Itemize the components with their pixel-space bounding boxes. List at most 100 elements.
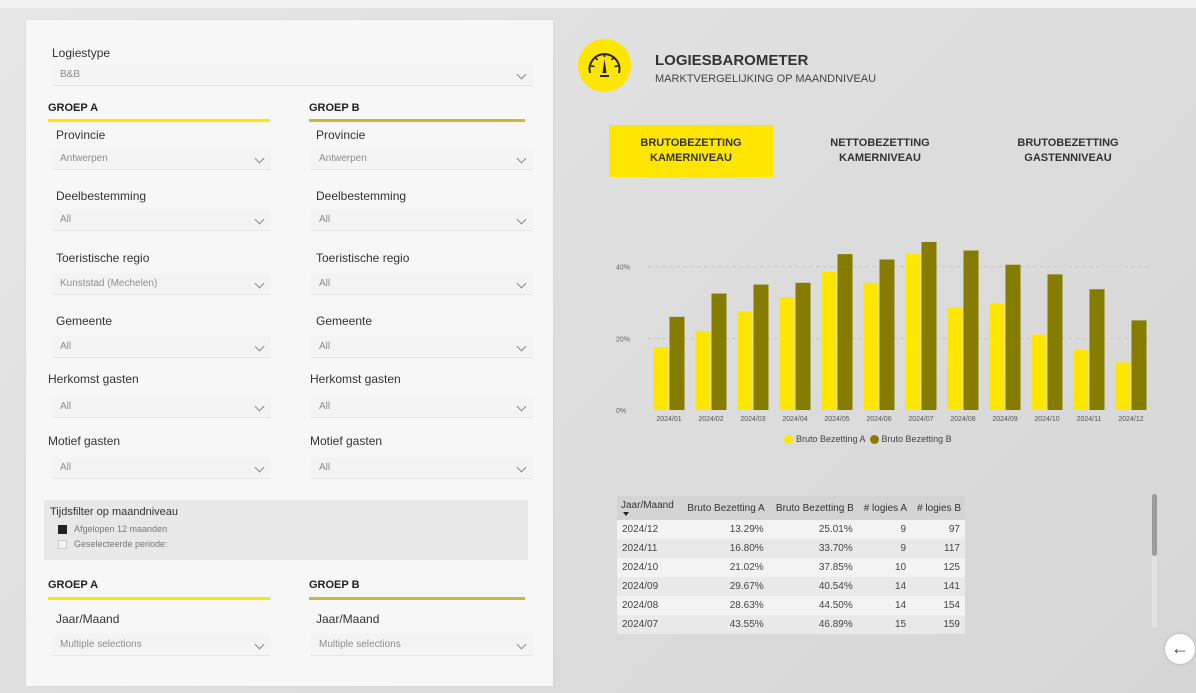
tab-nettobezetting-kamerniveau[interactable]: NETTOBEZETTING KAMERNIVEAU	[798, 125, 962, 177]
motief-a-value: All	[60, 462, 72, 473]
bar-series-a	[653, 347, 669, 410]
deelbestemming-b-value: All	[319, 214, 331, 225]
back-button[interactable]: ←	[1165, 634, 1195, 664]
group-b-underline	[309, 119, 525, 122]
bar-series-b	[837, 254, 853, 410]
table-cell: 33.70%	[768, 539, 858, 558]
table-cell: 141	[911, 577, 965, 596]
chevron-down-icon	[516, 153, 527, 164]
time-filter: Tijdsfilter op maandniveau Afgelopen 12 …	[44, 500, 528, 560]
table-cell: 40.54%	[768, 577, 858, 596]
bar-series-b	[1005, 264, 1021, 410]
table-cell: 10	[857, 558, 912, 577]
checkbox-icon[interactable]	[58, 524, 67, 534]
motief-b-label: Motief gasten	[310, 434, 383, 448]
table-row: 2024/12 13.29% 25.01% 9 97	[617, 520, 965, 539]
gemeente-a-dropdown[interactable]: All	[52, 336, 271, 358]
x-tick-label: 2024/07	[908, 416, 933, 423]
bar-series-b	[921, 241, 937, 410]
table-cell: 2024/10	[617, 558, 681, 577]
col-header-logies-a[interactable]: # logies A	[857, 496, 912, 520]
tab-brutobezetting-gastenniveau[interactable]: BRUTOBEZETTING GASTENNIVEAU	[986, 125, 1150, 177]
logiestype-value: B&B	[60, 69, 81, 80]
table-cell: 28.63%	[680, 596, 769, 615]
bar-series-a	[863, 282, 879, 410]
provincie-b-value: Antwerpen	[319, 153, 367, 164]
table-cell: 21.02%	[680, 558, 769, 577]
provincie-b-dropdown[interactable]: Antwerpen	[311, 148, 533, 170]
x-tick-label: 2024/05	[824, 416, 849, 423]
gauge-logo	[578, 39, 631, 92]
herkomst-b-dropdown[interactable]: All	[311, 396, 533, 418]
period-group-a-underline	[48, 597, 270, 600]
provincie-b-label: Provincie	[316, 128, 366, 142]
table-cell: 125	[911, 558, 965, 577]
chevron-down-icon	[516, 462, 527, 473]
provincie-a-value: Antwerpen	[60, 153, 108, 164]
herkomst-a-dropdown[interactable]: All	[52, 396, 271, 418]
regio-b-label: Toeristische regio	[316, 251, 410, 265]
y-tick-label: 40%	[616, 265, 630, 272]
deelbestemming-a-value: All	[60, 214, 72, 225]
col-header-logies-b[interactable]: # logies B	[911, 496, 965, 520]
tab-label-line2: KAMERNIVEAU	[650, 152, 732, 164]
x-tick-label: 2024/01	[656, 416, 681, 423]
motief-b-dropdown[interactable]: All	[311, 457, 533, 479]
logiestype-dropdown[interactable]: B&B	[52, 64, 533, 86]
regio-b-dropdown[interactable]: All	[311, 273, 533, 295]
time-option-label: Geselecteerde periode:	[74, 539, 168, 549]
chevron-down-icon	[516, 214, 527, 225]
jaar-maand-a-dropdown[interactable]: Multiple selections	[52, 634, 271, 656]
table-row: 2024/09 29.67% 40.54% 14 141	[617, 577, 965, 596]
data-table: Jaar/Maand Bruto Bezetting A Bruto Bezet…	[617, 496, 965, 634]
motief-a-dropdown[interactable]: All	[52, 457, 271, 479]
bar-series-a	[1031, 334, 1047, 410]
time-option-last-12[interactable]: Afgelopen 12 maanden	[58, 524, 167, 534]
legend-swatch-a	[784, 434, 793, 444]
bar-series-a	[989, 303, 1005, 410]
x-tick-label: 2024/09	[992, 416, 1017, 423]
motief-b-value: All	[319, 462, 331, 473]
gemeente-a-label: Gemeente	[56, 314, 113, 328]
time-option-selected-period[interactable]: Geselecteerde periode:	[58, 539, 168, 549]
logiestype-label: Logiestype	[52, 46, 111, 60]
tab-brutobezetting-kamerniveau[interactable]: BRUTOBEZETTING KAMERNIVEAU	[609, 125, 773, 177]
chevron-down-icon	[516, 341, 527, 352]
chevron-down-icon	[516, 639, 527, 650]
regio-a-dropdown[interactable]: Kunststad (Mechelen)	[52, 273, 271, 295]
tab-label-line1: BRUTOBEZETTING	[1017, 137, 1119, 149]
filter-panel: Logiestype B&B GROEP A GROEP B Provincie…	[26, 20, 553, 686]
group-b-header: GROEP B	[309, 102, 360, 114]
herkomst-a-value: All	[60, 401, 72, 412]
tab-label-line2: GASTENNIVEAU	[1024, 152, 1112, 164]
table-scrollbar[interactable]	[1152, 494, 1157, 556]
gemeente-b-label: Gemeente	[316, 314, 373, 328]
table-row: 2024/10 21.02% 37.85% 10 125	[617, 558, 965, 577]
col-header-bruto-b[interactable]: Bruto Bezetting B	[768, 496, 858, 520]
table-cell: 37.85%	[768, 558, 858, 577]
chevron-down-icon	[254, 401, 265, 412]
deelbestemming-a-dropdown[interactable]: All	[52, 209, 271, 231]
col-header-jaar-maand[interactable]: Jaar/Maand	[617, 496, 681, 520]
col-header-bruto-a[interactable]: Bruto Bezetting A	[680, 496, 769, 520]
arrow-left-icon: ←	[1171, 638, 1189, 658]
gemeente-b-dropdown[interactable]: All	[311, 336, 533, 358]
table-cell: 16.80%	[680, 539, 769, 558]
deelbestemming-b-dropdown[interactable]: All	[311, 209, 533, 231]
table-cell: 46.89%	[768, 615, 858, 634]
sort-desc-icon	[623, 512, 629, 516]
table-cell: 2024/11	[617, 539, 681, 558]
provincie-a-dropdown[interactable]: Antwerpen	[52, 148, 271, 170]
legend-label-b: Bruto Bezetting B	[881, 434, 952, 444]
jaar-maand-b-dropdown[interactable]: Multiple selections	[311, 634, 533, 656]
legend-label-a: Bruto Bezetting A	[796, 434, 866, 444]
table-cell: 15	[857, 615, 912, 634]
y-tick-label: 0%	[616, 408, 626, 415]
table-cell: 159	[911, 615, 965, 634]
herkomst-b-value: All	[319, 401, 331, 412]
checkbox-icon[interactable]	[58, 539, 67, 549]
table-cell: 2024/07	[617, 615, 681, 634]
table-row: 2024/11 16.80% 33.70% 9 117	[617, 539, 965, 558]
bar-chart: 0% 20% 40% 2024/01 2024/02 2024/03 2024/04 2024…	[616, 241, 1152, 423]
top-strip	[0, 0, 1196, 8]
